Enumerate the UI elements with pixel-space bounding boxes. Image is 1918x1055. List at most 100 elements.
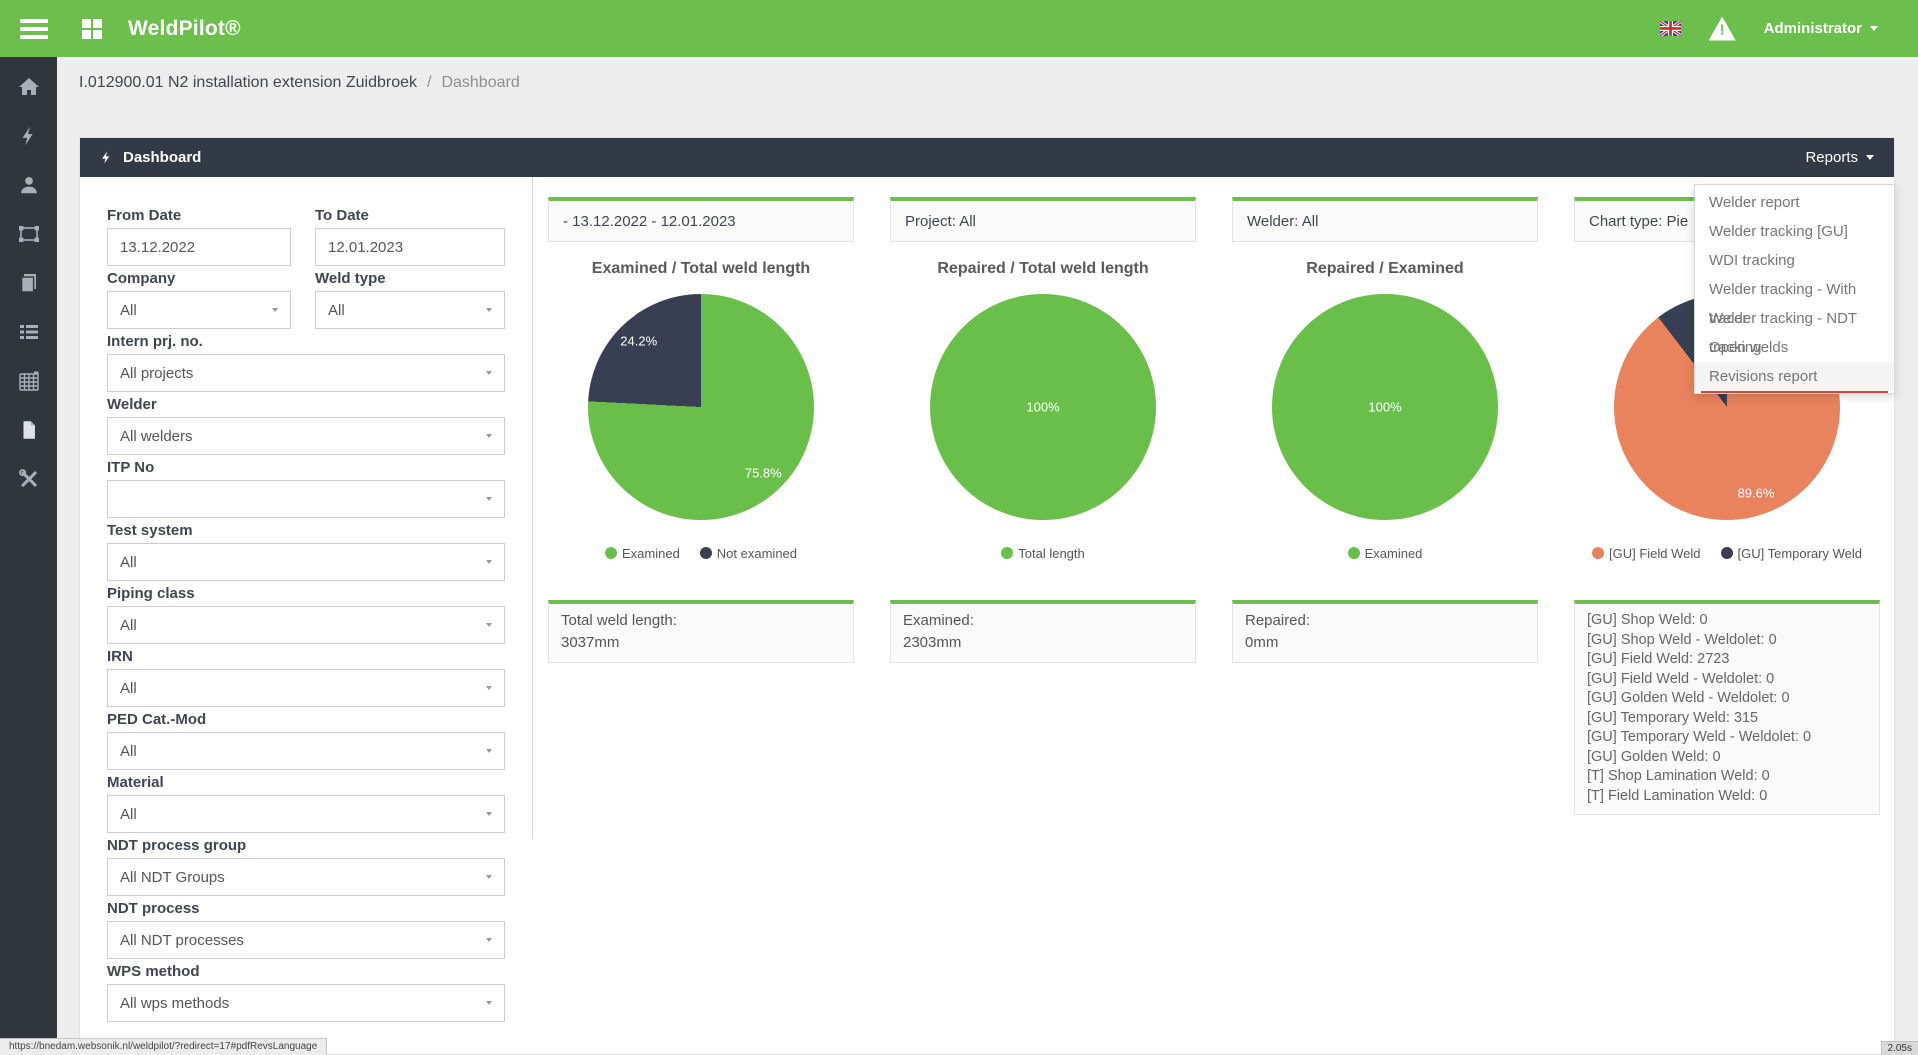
stat-card-examined: Examined: 2303mm bbox=[890, 600, 1196, 663]
menu-item-welder-tracking-with-tracer[interactable]: Welder tracking - With tracer bbox=[1695, 275, 1894, 304]
wps-method-value: All wps methods bbox=[120, 995, 229, 1012]
sidebar-item-list[interactable] bbox=[0, 307, 57, 356]
sidebar-item-table[interactable] bbox=[0, 356, 57, 405]
sidebar-item-library[interactable] bbox=[0, 258, 57, 307]
welder-select[interactable]: All welders bbox=[107, 417, 505, 455]
legend-label: Total length bbox=[1018, 546, 1085, 561]
summary-line: [GU] Temporary Weld - Weldolet: 0 bbox=[1587, 728, 1867, 748]
piping-class-select[interactable]: All bbox=[107, 606, 505, 644]
menu-item-welder-tracking-ndt-tracking[interactable]: Welder tracking - NDT tracking bbox=[1695, 304, 1894, 333]
app-grid-icon[interactable] bbox=[82, 19, 102, 39]
chevron-down-icon bbox=[486, 434, 492, 438]
stat-value: 2303mm bbox=[903, 632, 1183, 654]
chart-title: Repaired / Examined bbox=[1232, 260, 1538, 280]
pie-chart-examined-total[interactable]: 75.8%24.2% bbox=[588, 294, 814, 520]
material-select[interactable]: All bbox=[107, 795, 505, 833]
legend-item[interactable]: Examined bbox=[605, 546, 680, 561]
ped-cat-mod-select[interactable]: All bbox=[107, 732, 505, 770]
stat-label: Examined: bbox=[903, 610, 1183, 632]
wps-method-select[interactable]: All wps methods bbox=[107, 984, 505, 1022]
chevron-down-icon bbox=[486, 938, 492, 942]
sidebar-item-home[interactable] bbox=[0, 62, 57, 111]
menu-item-revisions-report[interactable]: Revisions report bbox=[1695, 362, 1894, 391]
itp-no-select[interactable] bbox=[107, 480, 505, 518]
breadcrumb-separator: / bbox=[427, 74, 431, 92]
legend-item[interactable]: [GU] Temporary Weld bbox=[1721, 546, 1863, 561]
stat-label: Repaired: bbox=[1245, 610, 1525, 632]
chart-column-date-range: - 13.12.2022 - 12.01.2023 Examined / Tot… bbox=[548, 197, 854, 839]
filter-label: NDT process bbox=[107, 900, 505, 917]
chevron-down-icon bbox=[486, 749, 492, 753]
piping-class-value: All bbox=[120, 617, 137, 634]
chevron-down-icon bbox=[272, 308, 278, 312]
reports-button[interactable]: Reports bbox=[1805, 149, 1874, 166]
stat-card-repaired: Repaired: 0mm bbox=[1232, 600, 1538, 663]
chart-column-welder: Welder: All Repaired / Examined 100% Exa… bbox=[1232, 197, 1538, 839]
legend-item[interactable]: [GU] Field Weld bbox=[1592, 546, 1701, 561]
chevron-down-icon bbox=[486, 812, 492, 816]
chart-title: Examined / Total weld length bbox=[548, 260, 854, 280]
panel-header: Dashboard Reports bbox=[80, 138, 1894, 177]
chart-header-project: Project: All bbox=[890, 197, 1196, 242]
filter-label: Welder bbox=[107, 396, 505, 413]
pie-chart-repaired-total[interactable]: 100% bbox=[930, 294, 1156, 520]
warning-icon[interactable] bbox=[1709, 17, 1736, 41]
sidebar-nav bbox=[0, 57, 57, 1055]
sidebar-item-activity[interactable] bbox=[0, 111, 57, 160]
summary-line: [GU] Field Weld - Weldolet: 0 bbox=[1587, 670, 1867, 690]
sidebar-item-tools[interactable] bbox=[0, 454, 57, 503]
chevron-down-icon bbox=[486, 623, 492, 627]
stat-label: Total weld length: bbox=[561, 610, 841, 632]
weld-type-select[interactable]: All bbox=[315, 291, 505, 329]
breadcrumb: I.012900.01 N2 installation extension Zu… bbox=[57, 57, 1918, 109]
menu-item-welder-tracking-gu[interactable]: Welder tracking [GU] bbox=[1695, 217, 1894, 246]
sidebar-item-documents[interactable] bbox=[0, 405, 57, 454]
user-menu-label: Administrator bbox=[1764, 20, 1862, 37]
ndt-process-select[interactable]: All NDT processes bbox=[107, 921, 505, 959]
breadcrumb-project-link[interactable]: I.012900.01 N2 installation extension Zu… bbox=[79, 74, 417, 92]
uk-flag-icon[interactable] bbox=[1660, 21, 1681, 36]
filter-label: PED Cat.-Mod bbox=[107, 711, 505, 728]
to-date-input[interactable]: 12.01.2023 bbox=[315, 228, 505, 266]
legend-item[interactable]: Total length bbox=[1001, 546, 1085, 561]
welder-value: All welders bbox=[120, 428, 193, 445]
intern-prj-no-select[interactable]: All projects bbox=[107, 354, 505, 392]
filter-label: IRN bbox=[107, 648, 505, 665]
pie-chart-repaired-examined[interactable]: 100% bbox=[1272, 294, 1498, 520]
ndt-process-group-select[interactable]: All NDT Groups bbox=[107, 858, 505, 896]
test-system-select[interactable]: All bbox=[107, 543, 505, 581]
menu-item-welder-report[interactable]: Welder report bbox=[1695, 188, 1894, 217]
ndt-process-group-value: All NDT Groups bbox=[120, 869, 225, 886]
menu-item-open-welds[interactable]: Open welds bbox=[1695, 333, 1894, 362]
sidebar-item-objects[interactable] bbox=[0, 209, 57, 258]
filter-label: ITP No bbox=[107, 459, 505, 476]
hamburger-menu-icon[interactable] bbox=[20, 15, 48, 43]
company-select[interactable]: All bbox=[107, 291, 291, 329]
filter-label: From Date bbox=[107, 207, 291, 224]
menu-item-wdi-tracking[interactable]: WDI tracking bbox=[1695, 246, 1894, 275]
table-grid-icon bbox=[17, 369, 41, 393]
irn-select[interactable]: All bbox=[107, 669, 505, 707]
pie-slice-label: 75.8% bbox=[745, 465, 782, 480]
chart-header-date-range: - 13.12.2022 - 12.01.2023 bbox=[548, 197, 854, 242]
chevron-down-icon bbox=[486, 308, 492, 312]
summary-line: [T] Shop Lamination Weld: 0 bbox=[1587, 767, 1867, 787]
legend-item[interactable]: Not examined bbox=[700, 546, 797, 561]
app-brand: WeldPilot® bbox=[128, 17, 241, 41]
to-date-value: 12.01.2023 bbox=[328, 239, 403, 256]
panel-title: Dashboard bbox=[123, 149, 201, 166]
stat-card-total-weld-length: Total weld length: 3037mm bbox=[548, 600, 854, 663]
legend-item[interactable]: Examined bbox=[1348, 546, 1423, 561]
legend-label: Not examined bbox=[717, 546, 797, 561]
top-bar: WeldPilot® Administrator bbox=[0, 0, 1918, 57]
material-value: All bbox=[120, 806, 137, 823]
from-date-input[interactable]: 13.12.2022 bbox=[107, 228, 291, 266]
sidebar-item-users[interactable] bbox=[0, 160, 57, 209]
reports-dropdown-menu: Welder report Welder tracking [GU] WDI t… bbox=[1694, 184, 1895, 394]
chevron-down-icon bbox=[486, 560, 492, 564]
from-date-value: 13.12.2022 bbox=[120, 239, 195, 256]
pie-slice-label: 100% bbox=[1026, 400, 1059, 415]
filter-label: WPS method bbox=[107, 963, 505, 980]
user-menu[interactable]: Administrator bbox=[1764, 20, 1878, 37]
legend-label: Examined bbox=[622, 546, 680, 561]
